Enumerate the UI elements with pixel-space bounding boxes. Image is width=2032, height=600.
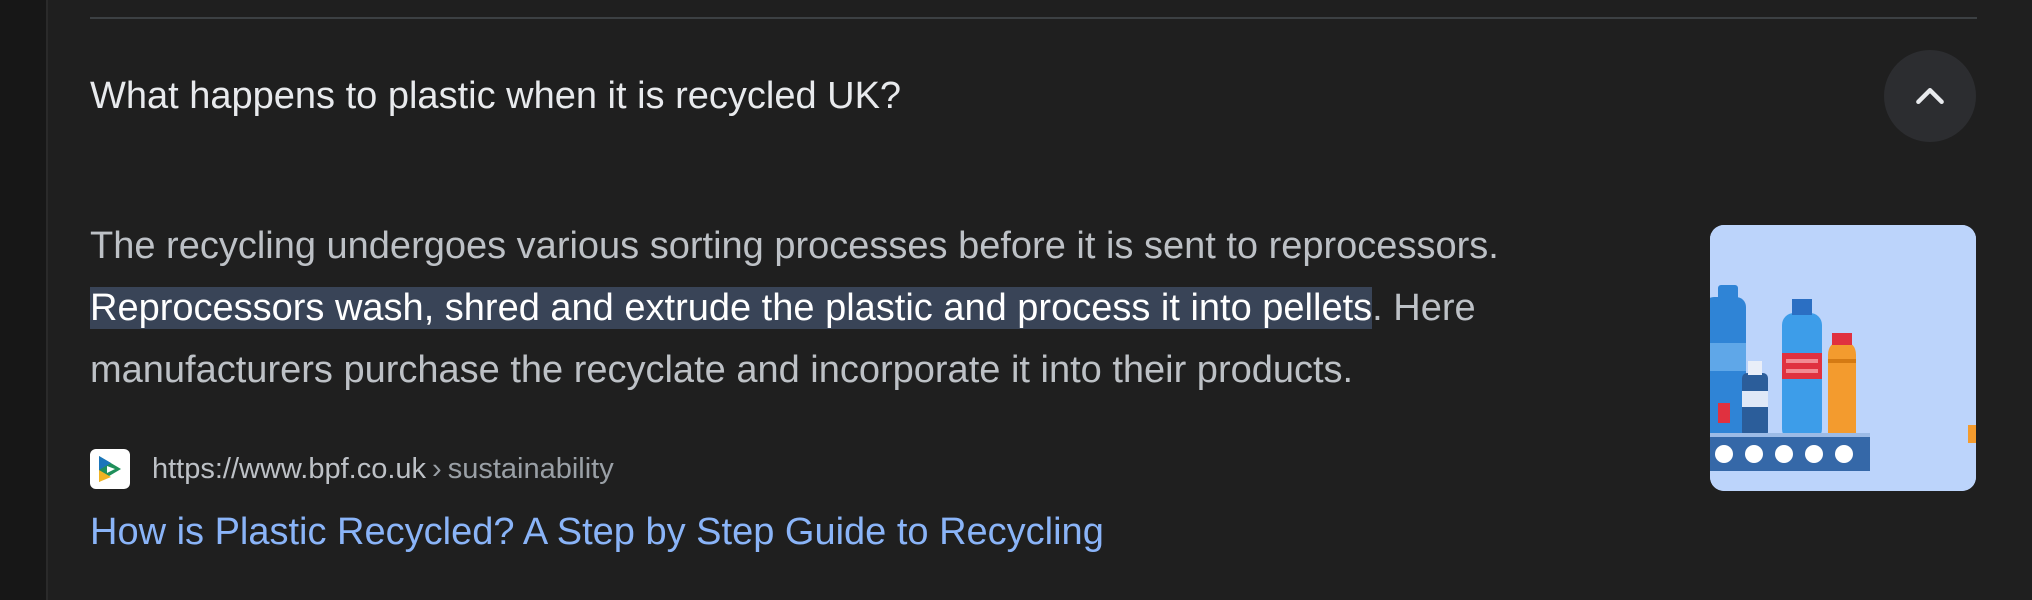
source-breadcrumb: sustainability	[447, 452, 614, 485]
source-url: https://www.bpf.co.uk › sustainability	[152, 453, 614, 486]
section-divider	[90, 17, 1977, 19]
result-title-link[interactable]: How is Plastic Recycled? A Step by Step …	[90, 508, 1104, 556]
faq-question[interactable]: What happens to plastic when it is recyc…	[90, 74, 901, 118]
source-row[interactable]: https://www.bpf.co.uk › sustainability	[90, 449, 614, 489]
answer-line-2: Reprocessors wash, shred and extrude the…	[90, 277, 1670, 339]
left-gutter	[0, 0, 46, 600]
answer-line-2-rest: . Here	[1372, 287, 1476, 329]
chevron-up-icon	[1916, 88, 1944, 105]
answer-line-3: manufacturers purchase the recyclate and…	[90, 349, 1354, 391]
source-domain: https://www.bpf.co.uk	[152, 452, 427, 485]
plastic-bottles-conveyor-image	[1710, 225, 1976, 491]
answer-line-1: The recycling undergoes various sorting …	[90, 225, 1499, 267]
collapse-button[interactable]	[1884, 50, 1976, 142]
answer-highlight: Reprocessors wash, shred and extrude the…	[90, 287, 1373, 329]
result-thumbnail[interactable]	[1710, 225, 1976, 491]
breadcrumb-separator: ›	[432, 452, 442, 485]
answer-snippet: The recycling undergoes various sorting …	[90, 215, 1670, 401]
bpf-logo-icon	[90, 449, 130, 489]
